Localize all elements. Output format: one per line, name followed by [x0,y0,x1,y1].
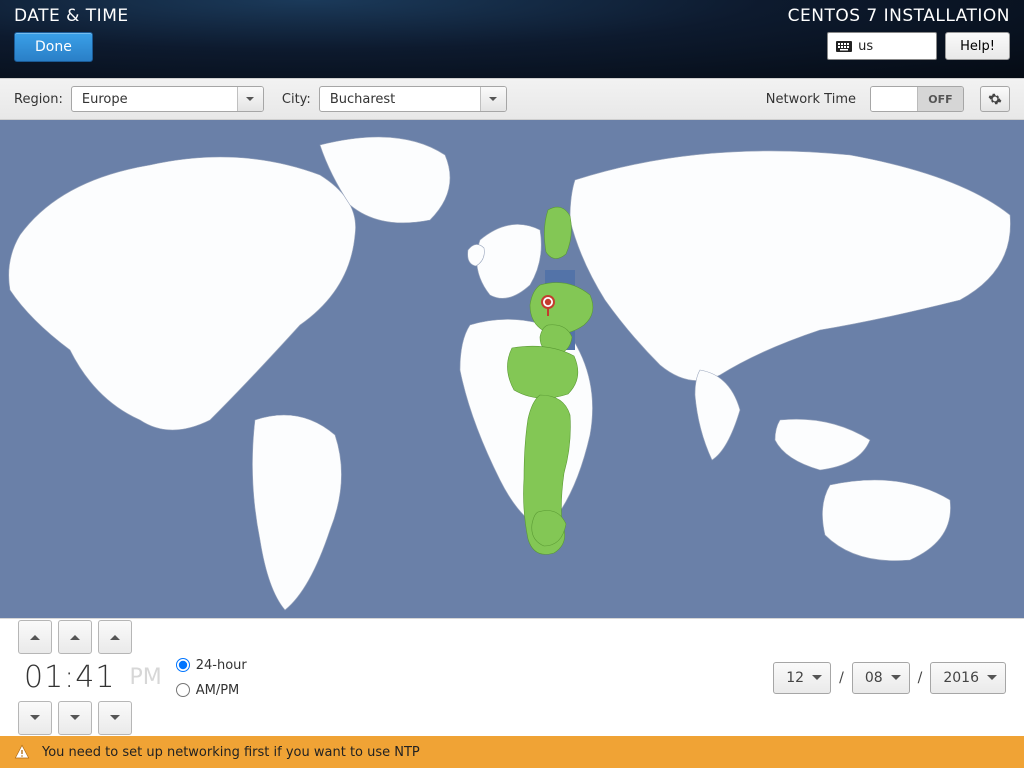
minute-up-button[interactable] [58,620,92,654]
radio-24hour-label: 24-hour [196,658,247,673]
keyboard-layout-indicator[interactable]: us [827,32,937,60]
ampm-up-button[interactable] [98,620,132,654]
radio-ampm[interactable]: AM/PM [176,683,247,698]
warning-text: You need to set up networking first if y… [42,745,420,760]
time-date-panel: 01:41 PM 24-hour AM/PM 12 / 08 / 2016 [0,618,1024,736]
ampm-down-button[interactable] [98,701,132,735]
toggle-on [871,87,917,111]
time-display: 01:41 [18,660,121,695]
warning-bar: You need to set up networking first if y… [0,736,1024,768]
region-value: Europe [72,92,237,107]
help-button[interactable]: Help! [945,32,1010,60]
time-format-radios: 24-hour AM/PM [176,658,247,698]
region-label: Region: [14,92,63,107]
installer-title: CENTOS 7 INSTALLATION [788,6,1010,26]
done-button[interactable]: Done [14,32,93,62]
date-sep: / [918,670,923,686]
hour-up-button[interactable] [18,620,52,654]
toggle-off: OFF [917,87,963,111]
radio-ampm-label: AM/PM [196,683,240,698]
city-value: Bucharest [320,92,480,107]
date-group: 12 / 08 / 2016 [773,662,1006,694]
ntp-settings-button[interactable] [980,86,1010,112]
city-label: City: [282,92,311,107]
chevron-down-icon [480,87,506,111]
selector-bar: Region: Europe City: Bucharest Network T… [0,78,1024,120]
year-combo[interactable]: 2016 [930,662,1006,694]
day-combo[interactable]: 08 [852,662,910,694]
warning-icon [14,744,30,760]
chevron-down-icon [237,87,263,111]
month-combo[interactable]: 12 [773,662,831,694]
radio-ampm-input[interactable] [176,683,190,697]
keyboard-layout-label: us [858,39,873,54]
gear-icon [988,92,1002,106]
date-sep: / [839,670,844,686]
page-title: DATE & TIME [14,6,129,26]
timezone-map[interactable] [0,120,1024,618]
hour-down-button[interactable] [18,701,52,735]
minute-down-button[interactable] [58,701,92,735]
keyboard-icon [836,41,852,52]
city-combo[interactable]: Bucharest [319,86,507,112]
header-bar: DATE & TIME Done CENTOS 7 INSTALLATION u… [0,0,1024,78]
network-time-toggle[interactable]: OFF [870,86,964,112]
region-combo[interactable]: Europe [71,86,264,112]
radio-24hour[interactable]: 24-hour [176,658,247,673]
network-time-label: Network Time [766,92,856,107]
radio-24hour-input[interactable] [176,658,190,672]
meridiem-display: PM [129,665,161,690]
